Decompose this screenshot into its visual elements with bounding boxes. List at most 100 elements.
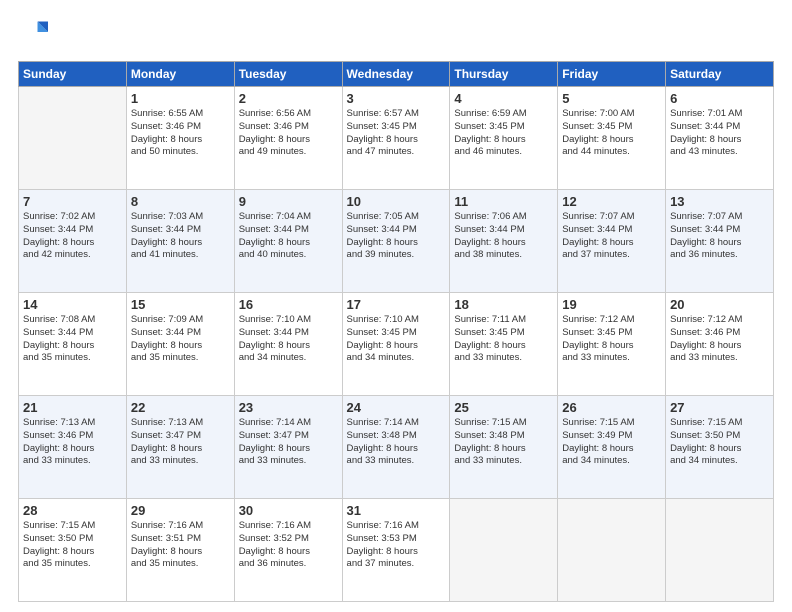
cell-info-line: Sunset: 3:53 PM — [347, 533, 446, 546]
day-number: 23 — [239, 400, 338, 415]
cell-info-line: Sunrise: 7:15 AM — [23, 520, 122, 533]
calendar-cell: 7Sunrise: 7:02 AMSunset: 3:44 PMDaylight… — [19, 190, 127, 293]
cell-info-line: Sunset: 3:44 PM — [239, 327, 338, 340]
cell-info-line: Daylight: 8 hours — [562, 237, 661, 250]
cell-info-line: Sunset: 3:46 PM — [239, 121, 338, 134]
cell-info-line: Daylight: 8 hours — [562, 443, 661, 456]
calendar-cell — [558, 499, 666, 602]
cell-info-line: Sunset: 3:44 PM — [670, 121, 769, 134]
cell-info-line: and 34 minutes. — [239, 352, 338, 365]
logo — [18, 18, 48, 51]
calendar-table: SundayMondayTuesdayWednesdayThursdayFrid… — [18, 61, 774, 602]
day-number: 1 — [131, 91, 230, 106]
cell-info-line: Daylight: 8 hours — [454, 340, 553, 353]
cell-info-line: Sunrise: 7:10 AM — [347, 314, 446, 327]
calendar-cell: 2Sunrise: 6:56 AMSunset: 3:46 PMDaylight… — [234, 87, 342, 190]
day-number: 14 — [23, 297, 122, 312]
cell-info-line: and 37 minutes. — [347, 558, 446, 571]
cell-info-line: Daylight: 8 hours — [562, 340, 661, 353]
cell-info-line: Daylight: 8 hours — [23, 443, 122, 456]
day-number: 24 — [347, 400, 446, 415]
calendar-cell — [450, 499, 558, 602]
cell-info-line: and 34 minutes. — [347, 352, 446, 365]
calendar-cell: 25Sunrise: 7:15 AMSunset: 3:48 PMDayligh… — [450, 396, 558, 499]
cell-info-line: Daylight: 8 hours — [131, 237, 230, 250]
cell-info-line: Sunset: 3:48 PM — [454, 430, 553, 443]
cell-info-line: and 34 minutes. — [562, 455, 661, 468]
cell-info-line: and 38 minutes. — [454, 249, 553, 262]
cell-info-line: Sunrise: 6:55 AM — [131, 108, 230, 121]
calendar-cell: 30Sunrise: 7:16 AMSunset: 3:52 PMDayligh… — [234, 499, 342, 602]
calendar-cell: 13Sunrise: 7:07 AMSunset: 3:44 PMDayligh… — [666, 190, 774, 293]
calendar-week-row: 21Sunrise: 7:13 AMSunset: 3:46 PMDayligh… — [19, 396, 774, 499]
calendar-cell: 4Sunrise: 6:59 AMSunset: 3:45 PMDaylight… — [450, 87, 558, 190]
cell-info-line: and 34 minutes. — [670, 455, 769, 468]
calendar-week-row: 28Sunrise: 7:15 AMSunset: 3:50 PMDayligh… — [19, 499, 774, 602]
cell-info-line: Sunset: 3:45 PM — [454, 327, 553, 340]
day-number: 25 — [454, 400, 553, 415]
cell-info-line: and 44 minutes. — [562, 146, 661, 159]
calendar-cell: 16 Sunrise: 7:10 AMSunset: 3:44 PMDayligh… — [234, 293, 342, 396]
weekday-header-sunday: Sunday — [19, 62, 127, 87]
cell-info-line: Sunrise: 7:16 AM — [347, 520, 446, 533]
cell-info-line: Sunrise: 7:00 AM — [562, 108, 661, 121]
calendar-cell: 18Sunrise: 7:11 AMSunset: 3:45 PMDayligh… — [450, 293, 558, 396]
cell-info-line: Daylight: 8 hours — [347, 134, 446, 147]
cell-info-line: Sunrise: 6:56 AM — [239, 108, 338, 121]
cell-info-line: Sunrise: 7:10 AM — [239, 314, 338, 327]
weekday-header-thursday: Thursday — [450, 62, 558, 87]
calendar-cell: 10Sunrise: 7:05 AMSunset: 3:44 PMDayligh… — [342, 190, 450, 293]
cell-info-line: Daylight: 8 hours — [347, 340, 446, 353]
calendar-cell: 24Sunrise: 7:14 AMSunset: 3:48 PMDayligh… — [342, 396, 450, 499]
cell-info-line: Daylight: 8 hours — [347, 237, 446, 250]
day-number: 7 — [23, 194, 122, 209]
calendar-week-row: 1Sunrise: 6:55 AMSunset: 3:46 PMDaylight… — [19, 87, 774, 190]
cell-info-line: and 35 minutes. — [131, 352, 230, 365]
calendar-cell — [666, 499, 774, 602]
cell-info-line: and 41 minutes. — [131, 249, 230, 262]
cell-info-line: Daylight: 8 hours — [454, 443, 553, 456]
cell-info-line: Sunset: 3:50 PM — [670, 430, 769, 443]
cell-info-line: Daylight: 8 hours — [670, 134, 769, 147]
cell-info-line: and 35 minutes. — [23, 352, 122, 365]
calendar-cell: 17Sunrise: 7:10 AMSunset: 3:45 PMDayligh… — [342, 293, 450, 396]
calendar-cell: 19Sunrise: 7:12 AMSunset: 3:45 PMDayligh… — [558, 293, 666, 396]
cell-info-line: Sunrise: 7:06 AM — [454, 211, 553, 224]
day-number: 20 — [670, 297, 769, 312]
cell-info-line: Sunrise: 6:59 AM — [454, 108, 553, 121]
cell-info-line: and 35 minutes. — [23, 558, 122, 571]
day-number: 4 — [454, 91, 553, 106]
cell-info-line: Daylight: 8 hours — [239, 340, 338, 353]
cell-info-line: Sunset: 3:52 PM — [239, 533, 338, 546]
cell-info-line: Daylight: 8 hours — [23, 237, 122, 250]
cell-info-line: Sunset: 3:49 PM — [562, 430, 661, 443]
weekday-header-saturday: Saturday — [666, 62, 774, 87]
cell-info-line: Sunrise: 7:15 AM — [562, 417, 661, 430]
calendar-cell: 31Sunrise: 7:16 AMSunset: 3:53 PMDayligh… — [342, 499, 450, 602]
cell-info-line: Sunset: 3:44 PM — [239, 224, 338, 237]
day-number: 22 — [131, 400, 230, 415]
calendar-cell: 22Sunrise: 7:13 AMSunset: 3:47 PMDayligh… — [126, 396, 234, 499]
calendar-cell: 21Sunrise: 7:13 AMSunset: 3:46 PMDayligh… — [19, 396, 127, 499]
day-number: 15 — [131, 297, 230, 312]
calendar-cell: 14Sunrise: 7:08 AMSunset: 3:44 PMDayligh… — [19, 293, 127, 396]
cell-info-line: and 37 minutes. — [562, 249, 661, 262]
day-number: 10 — [347, 194, 446, 209]
cell-info-line: Daylight: 8 hours — [239, 134, 338, 147]
calendar-cell: 12Sunrise: 7:07 AMSunset: 3:44 PMDayligh… — [558, 190, 666, 293]
cell-info-line: and 50 minutes. — [131, 146, 230, 159]
cell-info-line: and 33 minutes. — [23, 455, 122, 468]
calendar-cell: 15Sunrise: 7:09 AMSunset: 3:44 PMDayligh… — [126, 293, 234, 396]
cell-info-line: Sunset: 3:45 PM — [454, 121, 553, 134]
day-number: 3 — [347, 91, 446, 106]
calendar-cell: 5Sunrise: 7:00 AMSunset: 3:45 PMDaylight… — [558, 87, 666, 190]
day-number: 13 — [670, 194, 769, 209]
cell-info-line: Sunset: 3:45 PM — [347, 121, 446, 134]
cell-info-line: Daylight: 8 hours — [670, 443, 769, 456]
day-number: 16 — [239, 297, 338, 312]
cell-info-line: Sunrise: 7:07 AM — [670, 211, 769, 224]
cell-info-line: and 39 minutes. — [347, 249, 446, 262]
cell-info-line: and 49 minutes. — [239, 146, 338, 159]
cell-info-line: Sunrise: 7:08 AM — [23, 314, 122, 327]
cell-info-line: Sunset: 3:44 PM — [23, 224, 122, 237]
